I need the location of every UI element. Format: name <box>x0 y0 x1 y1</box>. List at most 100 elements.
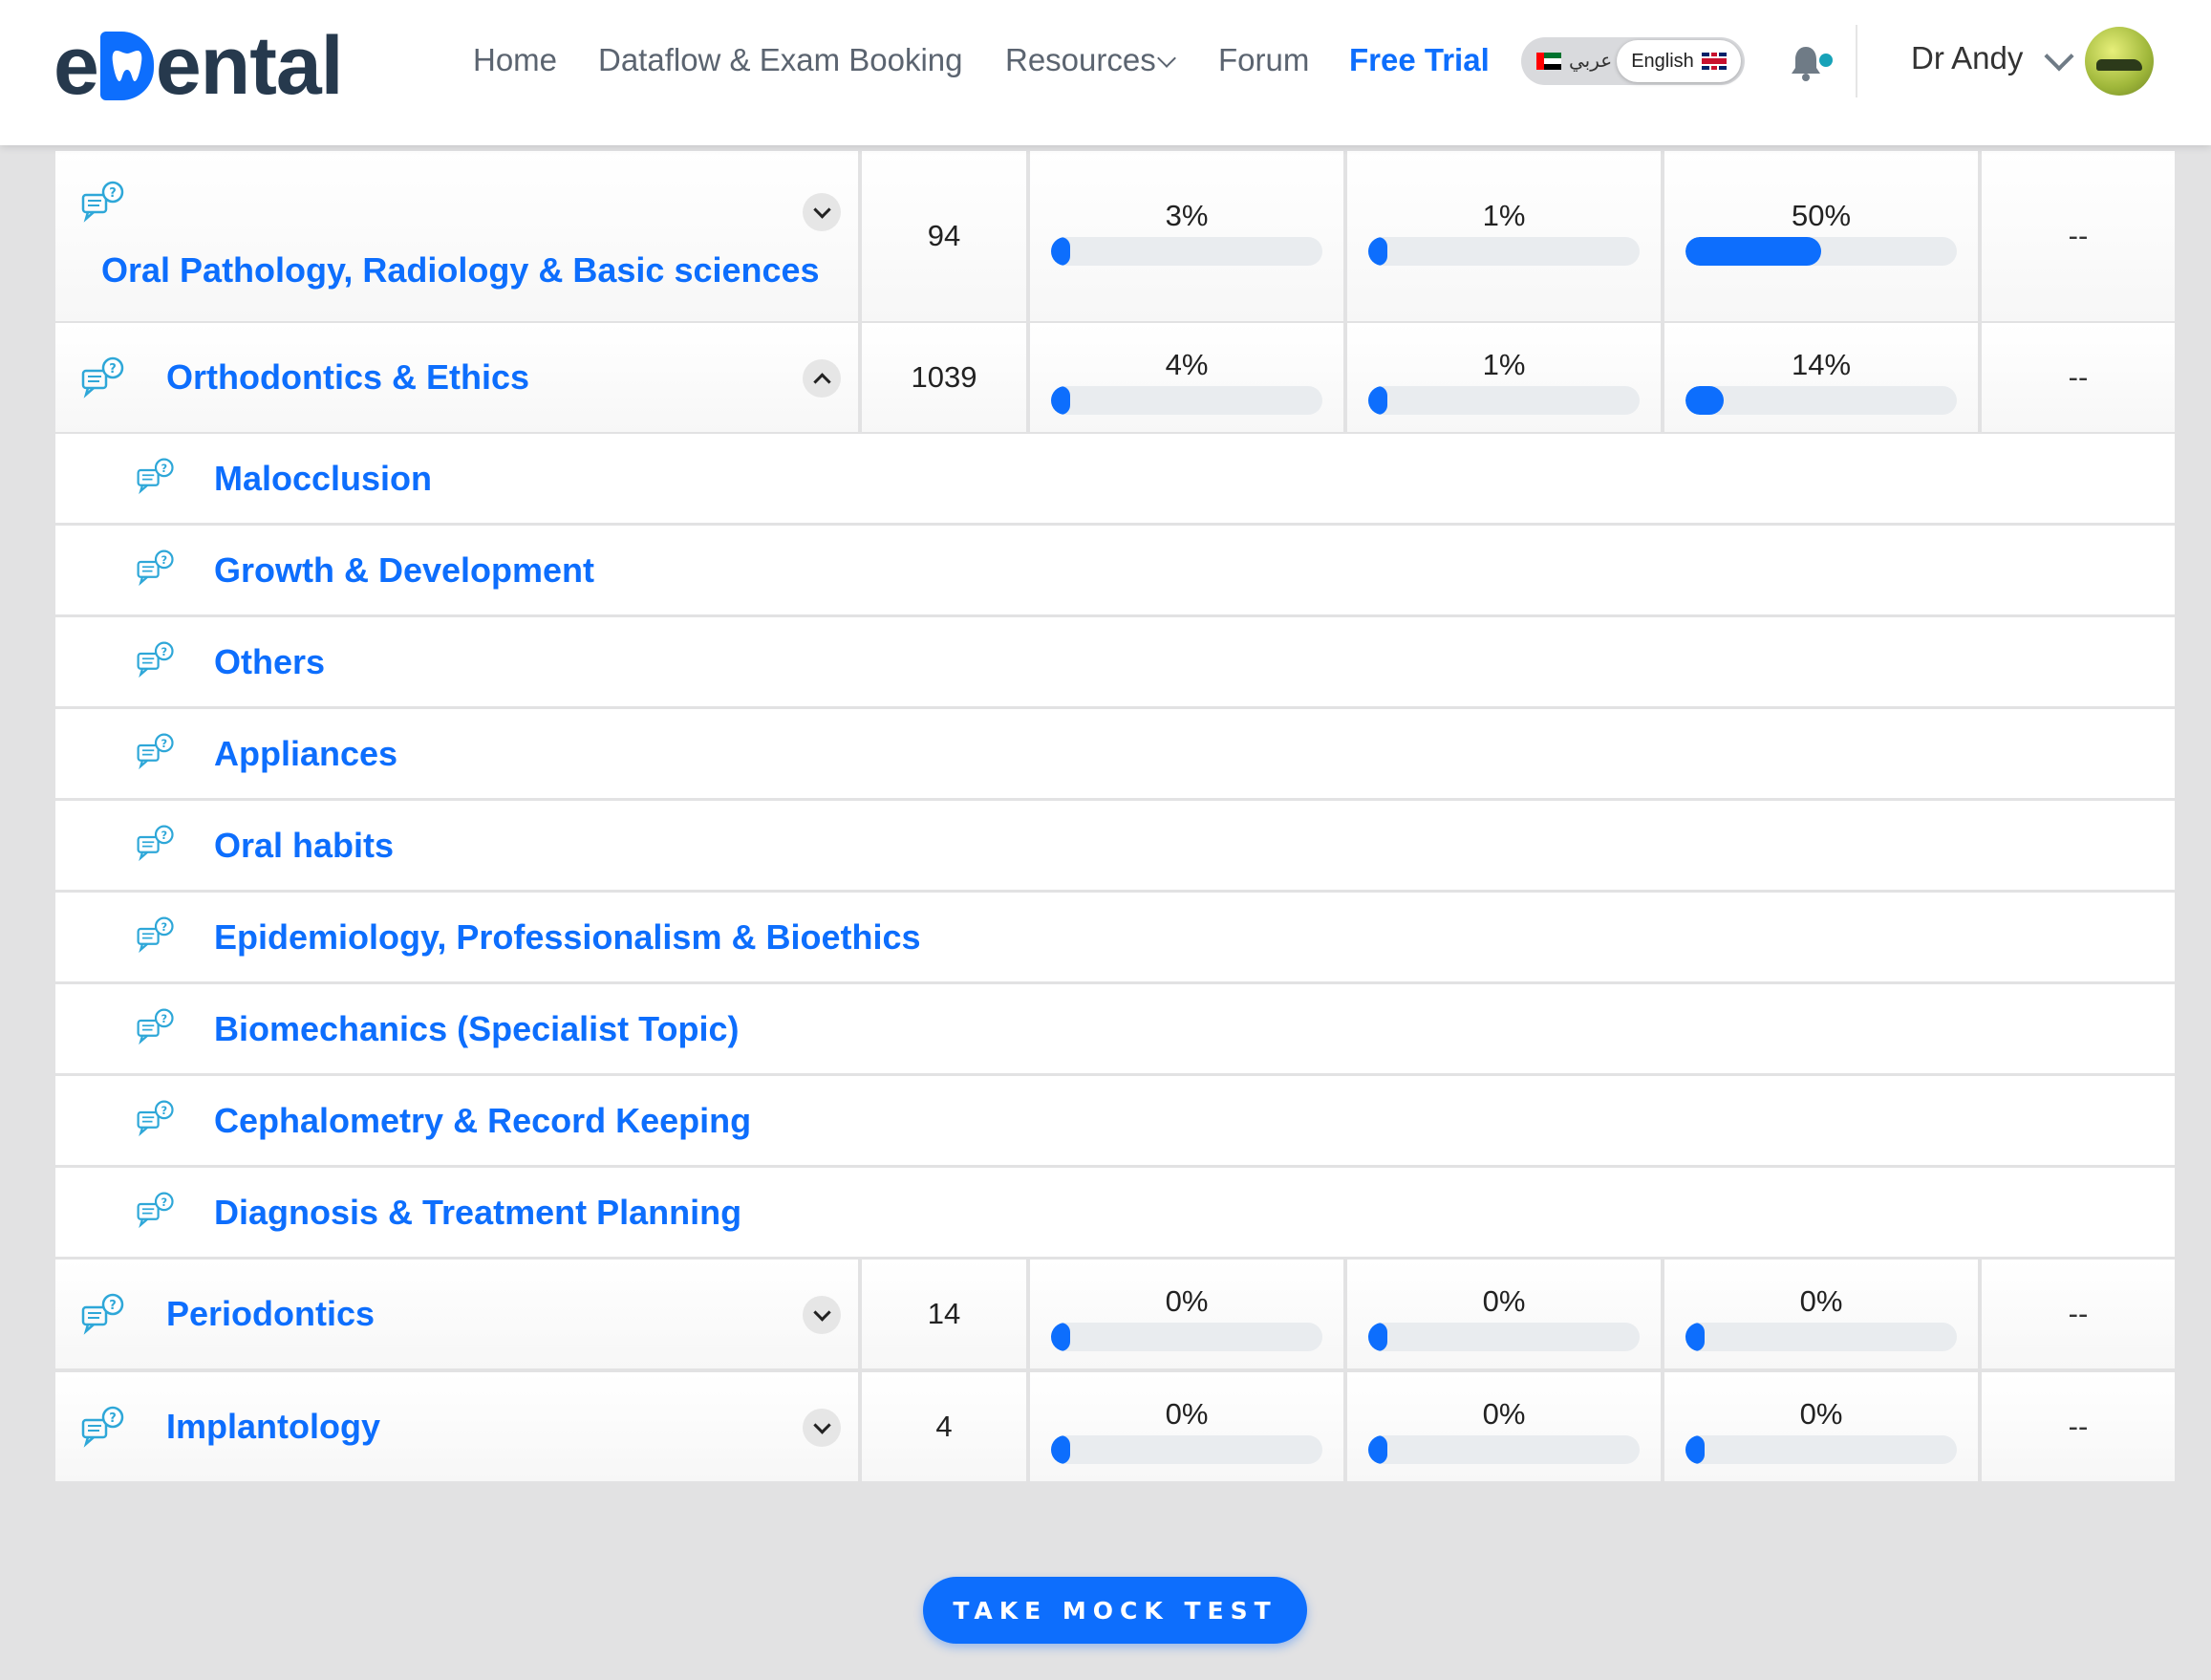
question-chat-icon: ? <box>136 915 176 956</box>
subtopic-title[interactable]: Malocclusion <box>214 459 432 499</box>
svg-text:?: ? <box>161 553 167 567</box>
progress-cell: 0% <box>1030 1372 1343 1481</box>
question-chat-icon: ? <box>81 181 124 223</box>
subtopic-row[interactable]: ? Malocclusion <box>55 434 2175 523</box>
bell-icon[interactable] <box>1789 44 1823 82</box>
progress-fill <box>1368 237 1387 266</box>
subtopic-title[interactable]: Biomechanics (Specialist Topic) <box>214 1009 739 1049</box>
subtopic-row[interactable]: ? Cephalometry & Record Keeping <box>55 1076 2175 1165</box>
progress-cell: 1% <box>1347 323 1661 432</box>
progress-fill <box>1051 1323 1070 1351</box>
topic-row[interactable]: ? Implantology 4 0% 0% 0% -- <box>55 1372 2175 1481</box>
nav-resources-label: Resources <box>1005 42 1156 77</box>
subtopic-title[interactable]: Diagnosis & Treatment Planning <box>214 1193 741 1233</box>
last-attempt-cell: -- <box>1982 323 2175 432</box>
progress-fill <box>1051 237 1070 266</box>
chevron-down-icon[interactable] <box>2044 41 2074 72</box>
question-chat-icon: ? <box>136 640 176 680</box>
topic-cell[interactable]: ? Orthodontics & Ethics <box>55 323 858 432</box>
svg-text:?: ? <box>109 1411 117 1426</box>
progress-cell: 0% <box>1347 1260 1661 1368</box>
nav-home[interactable]: Home <box>473 42 557 78</box>
progress-percent: 0% <box>1482 1284 1526 1318</box>
progress-fill <box>1685 1323 1705 1351</box>
progress-percent: 4% <box>1165 348 1209 381</box>
user-avatar[interactable] <box>2085 27 2154 96</box>
svg-text:?: ? <box>161 645 167 658</box>
progress-cell: 3% <box>1030 151 1343 321</box>
progress-fill <box>1051 1435 1070 1464</box>
user-name[interactable]: Dr Andy <box>1911 40 2023 76</box>
progress-percent: 1% <box>1482 348 1526 381</box>
subtopic-title[interactable]: Growth & Development <box>214 550 594 591</box>
question-count-cell: 4 <box>862 1372 1026 1481</box>
last-attempt-cell: -- <box>1982 1260 2175 1368</box>
last-attempt-value: -- <box>2068 1410 2089 1443</box>
topic-title[interactable]: Oral Pathology, Radiology & Basic scienc… <box>101 250 820 291</box>
collapse-toggle[interactable] <box>803 359 841 398</box>
chevron-up-icon <box>812 372 831 391</box>
language-toggle[interactable]: عربي English <box>1521 37 1745 85</box>
topic-cell[interactable]: ? Periodontics <box>55 1260 858 1368</box>
subtopic-row[interactable]: ? Epidemiology, Professionalism & Bioethi… <box>55 893 2175 981</box>
subtopic-row[interactable]: ? Others <box>55 617 2175 706</box>
subtopic-title[interactable]: Cephalometry & Record Keeping <box>214 1101 751 1141</box>
language-english-option[interactable]: English <box>1617 40 1741 82</box>
progress-fill <box>1368 386 1387 415</box>
subtopic-title[interactable]: Others <box>214 642 325 682</box>
progress-cell: 0% <box>1347 1372 1661 1481</box>
topic-title[interactable]: Implantology <box>166 1407 380 1447</box>
subtopic-title[interactable]: Appliances <box>214 734 397 774</box>
nav-free-trial[interactable]: Free Trial <box>1349 42 1490 78</box>
lang-english-label: English <box>1631 50 1694 72</box>
question-chat-icon: ? <box>136 732 176 772</box>
topic-cell[interactable]: ? Oral Pathology, Radiology & Basic scie… <box>55 151 858 321</box>
nav-resources[interactable]: Resources <box>1005 42 1176 78</box>
lang-arabic-label: عربي <box>1569 51 1613 72</box>
subtopic-row[interactable]: ? Diagnosis & Treatment Planning <box>55 1168 2175 1257</box>
nav-dataflow-exam-booking[interactable]: Dataflow & Exam Booking <box>598 42 963 78</box>
svg-text:?: ? <box>161 1012 167 1025</box>
progress-track <box>1051 386 1322 415</box>
top-navbar: e ental Home Dataflow & Exam Booking Res… <box>0 0 2211 145</box>
progress-cell: 0% <box>1664 1260 1978 1368</box>
svg-text:?: ? <box>109 362 117 377</box>
topic-row[interactable]: ? Orthodontics & Ethics 1039 4% 1% 14% -… <box>55 323 2175 432</box>
tooth-logo-icon <box>99 32 154 100</box>
svg-text:?: ? <box>161 462 167 475</box>
progress-percent: 0% <box>1482 1397 1526 1431</box>
take-mock-test-button[interactable]: TAKE MOCK TEST <box>923 1577 1307 1644</box>
progress-fill <box>1685 386 1724 415</box>
expand-toggle[interactable] <box>803 1296 841 1334</box>
subtopic-row[interactable]: ? Biomechanics (Specialist Topic) <box>55 984 2175 1073</box>
edental-logo[interactable]: e ental <box>54 25 344 107</box>
question-count-cell: 14 <box>862 1260 1026 1368</box>
subtopic-row[interactable]: ? Growth & Development <box>55 526 2175 614</box>
question-count: 94 <box>927 219 961 252</box>
question-count: 1039 <box>911 360 977 394</box>
progress-percent: 0% <box>1165 1397 1209 1431</box>
nav-forum[interactable]: Forum <box>1218 42 1309 78</box>
topic-cell[interactable]: ? Implantology <box>55 1372 858 1481</box>
subtopic-row[interactable]: ? Appliances <box>55 709 2175 798</box>
expand-toggle[interactable] <box>803 1409 841 1447</box>
subtopic-row[interactable]: ? Oral habits <box>55 801 2175 890</box>
language-arabic-option[interactable]: عربي <box>1536 49 1612 73</box>
topic-row[interactable]: ? Periodontics 14 0% 0% 0% -- <box>55 1260 2175 1368</box>
last-attempt-value: -- <box>2068 360 2089 394</box>
subtopic-title[interactable]: Oral habits <box>214 826 394 866</box>
progress-percent: 14% <box>1791 348 1852 381</box>
question-chat-icon: ? <box>136 1191 176 1231</box>
question-chat-icon: ? <box>136 1007 176 1047</box>
expand-toggle[interactable] <box>803 193 841 231</box>
topic-row[interactable]: ? Oral Pathology, Radiology & Basic scie… <box>55 151 2175 321</box>
subtopic-title[interactable]: Epidemiology, Professionalism & Bioethic… <box>214 917 921 958</box>
progress-track <box>1368 386 1640 415</box>
progress-fill <box>1368 1435 1387 1464</box>
header-divider <box>1856 25 1857 97</box>
topic-title[interactable]: Periodontics <box>166 1294 375 1334</box>
chevron-down-icon <box>1156 49 1176 68</box>
progress-track <box>1368 1323 1640 1351</box>
question-chat-icon: ? <box>136 1099 176 1139</box>
topic-title[interactable]: Orthodontics & Ethics <box>166 357 529 398</box>
